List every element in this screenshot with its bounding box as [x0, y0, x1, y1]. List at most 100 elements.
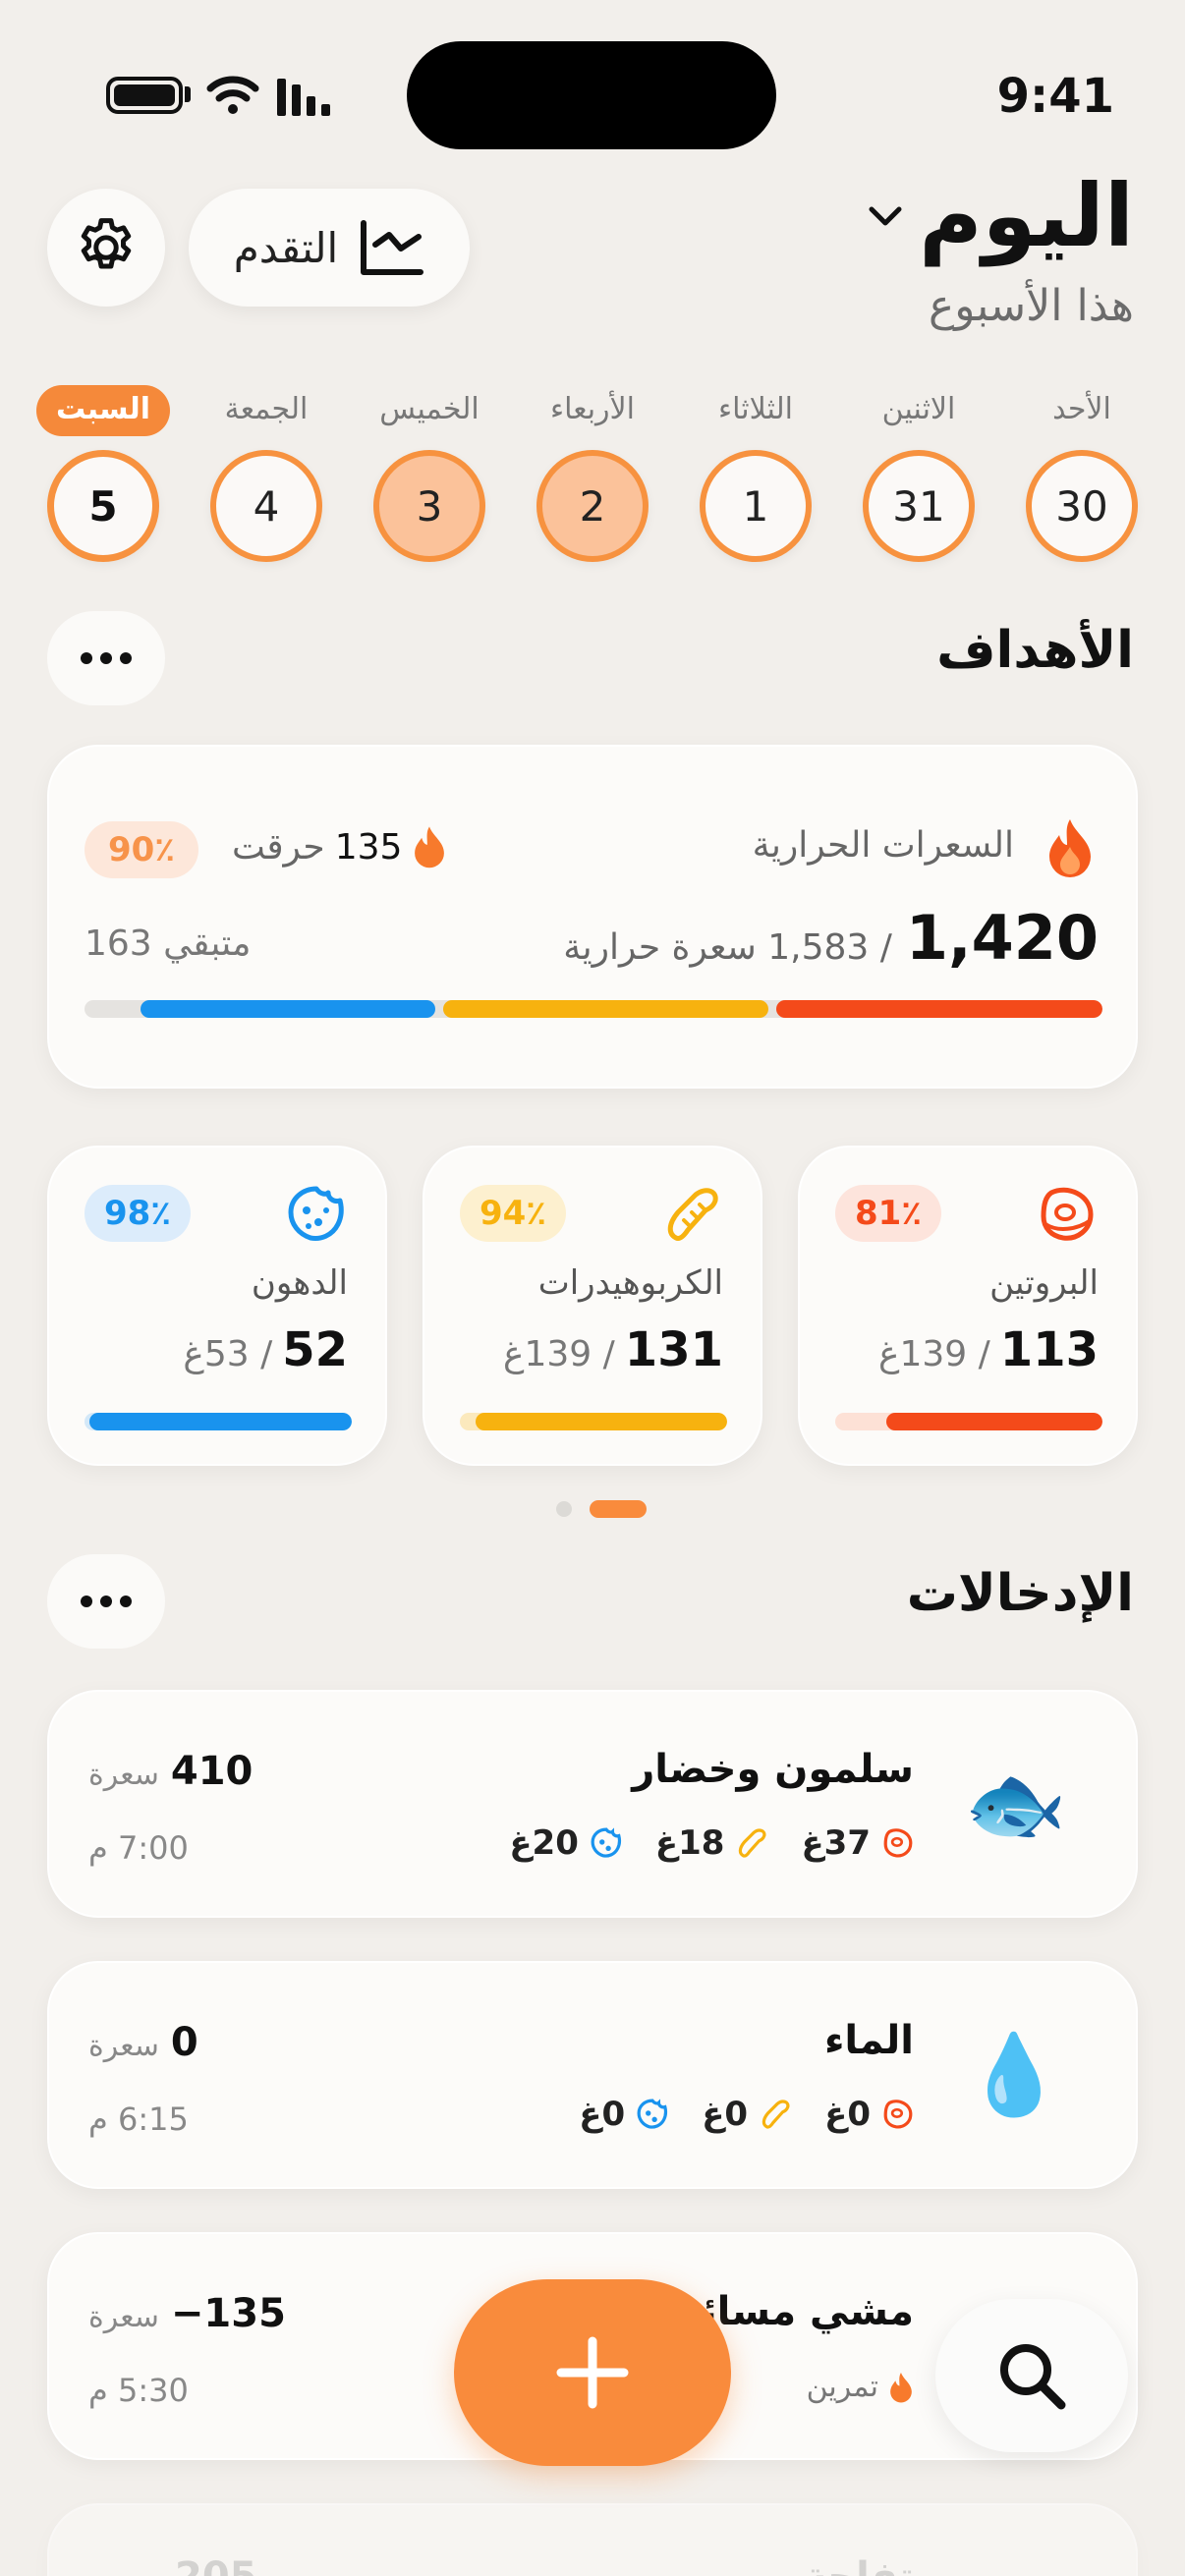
entry-card[interactable]: 🐟 سلمون وخضار 37غ 18غ 20غ 410 سعرة 7:00 …	[47, 1690, 1138, 1918]
day-item[interactable]: الثلاثاء 1	[694, 385, 818, 562]
entry-cal-unit: سعرة	[88, 1758, 159, 1792]
protein-progress-fill	[885, 1413, 1102, 1430]
protein-value-group: / 139غ 113	[878, 1322, 1099, 1377]
day-label: الأحد	[1052, 392, 1111, 426]
protein-value: 113	[999, 1322, 1099, 1377]
meat-icon	[1041, 1187, 1094, 1241]
day-item[interactable]: الأحد 30	[1020, 385, 1144, 562]
entry-tag: تمرين	[807, 2370, 914, 2404]
day-item[interactable]: الجمعة 4	[204, 385, 328, 562]
entry-cal-unit: سعرة	[88, 2029, 159, 2063]
day-label: الثلاثاء	[717, 392, 794, 426]
carbs-value: 131	[624, 1322, 723, 1377]
calories-target: / 1,583 سعرة حرارية	[563, 927, 892, 968]
entry-cal-value: 205	[175, 2554, 257, 2576]
fish-icon: 🐟	[964, 1756, 1067, 1852]
entry-calories: 410 سعرة	[88, 1749, 253, 1794]
progress-label: التقدم	[233, 223, 339, 272]
settings-button[interactable]	[47, 189, 165, 307]
calories-card[interactable]: السعرات الحرارية / 1,583 سعرة حرارية 1,4…	[47, 745, 1138, 1089]
day-ring: 31	[863, 450, 975, 562]
protein-target: / 139غ	[878, 1334, 990, 1374]
dot	[120, 1596, 132, 1607]
dot	[81, 1596, 92, 1607]
fat-progress-fill	[89, 1413, 352, 1430]
entry-cal-value: 0	[170, 2020, 198, 2065]
calories-percent-badge: 90٪	[85, 821, 198, 878]
day-ring: 30	[1026, 450, 1138, 562]
entry-time: 5:30 م	[88, 2372, 189, 2409]
calories-value: 1,420	[905, 902, 1099, 974]
chart-line-icon	[361, 220, 424, 275]
entry-time: 7:00 م	[88, 1829, 189, 1867]
carbs-progress-track	[460, 1413, 727, 1430]
entry-protein: 37غ	[801, 1823, 871, 1863]
entry-card-partial[interactable]: تفاحة 205	[47, 2503, 1138, 2576]
dot	[100, 652, 112, 664]
entry-card[interactable]: 💧 الماء 0غ 0غ 0غ 0 سعرة 6:15 م	[47, 1961, 1138, 2189]
entry-fat: 20غ	[509, 1823, 579, 1863]
bread-icon	[762, 2100, 790, 2129]
protein-percent-badge: 81٪	[835, 1185, 941, 1242]
carbs-percent-badge: 94٪	[460, 1185, 566, 1242]
add-entry-button[interactable]	[454, 2279, 731, 2466]
day-item[interactable]: الخميس 3	[367, 385, 491, 562]
wifi-icon	[206, 76, 259, 114]
search-button[interactable]	[935, 2299, 1128, 2452]
entry-cal-value: −135	[170, 2291, 286, 2336]
page-subtitle: هذا الأسبوع	[929, 281, 1134, 331]
day-label: السبت	[35, 385, 171, 436]
fat-value: 52	[282, 1322, 348, 1377]
progress-button[interactable]: التقدم	[189, 189, 470, 307]
protein-segment	[776, 1000, 1102, 1018]
flame-icon	[890, 2372, 912, 2402]
bread-icon	[739, 1828, 766, 1858]
fat-card[interactable]: 98٪ الدهون / 53غ 52	[47, 1146, 387, 1466]
entry-name: سلمون وخضار	[632, 1747, 914, 1792]
week-day-strip: الأحد 30 الاثنين 31 الثلاثاء 1 الأربعاء …	[35, 385, 1144, 562]
entry-macros: 37غ 18غ 20غ	[509, 1823, 914, 1863]
carbs-label: الكربوهيدرات	[537, 1263, 723, 1303]
day-ring: 5	[47, 450, 159, 562]
droplet-icon: 💧	[965, 2029, 1063, 2120]
protein-card[interactable]: 81٪ البروتين / 139غ 113	[798, 1146, 1138, 1466]
entry-protein: 0غ	[824, 2095, 871, 2134]
day-item-selected[interactable]: السبت 5	[35, 385, 171, 562]
cookie-icon	[637, 2099, 668, 2129]
day-item[interactable]: الاثنين 31	[857, 385, 981, 562]
dot	[81, 652, 92, 664]
gear-icon	[81, 218, 132, 269]
calories-remaining: متبقي 163	[85, 924, 252, 964]
fat-percent-badge: 98٪	[85, 1185, 191, 1242]
entry-tag-label: تمرين	[806, 2370, 878, 2404]
search-icon	[1000, 2344, 1066, 2410]
fat-target: / 53غ	[183, 1334, 273, 1374]
meat-icon	[883, 2100, 913, 2129]
dot	[100, 1596, 112, 1607]
dynamic-island	[407, 41, 776, 149]
flame-icon	[1049, 819, 1091, 877]
protein-label: البروتين	[989, 1263, 1099, 1303]
burned-value: 135	[334, 826, 403, 868]
calories-label: السعرات الحرارية	[752, 825, 1014, 866]
goals-section-title: الأهداف	[936, 621, 1134, 680]
entries-more-button[interactable]	[47, 1554, 165, 1649]
page-dot[interactable]	[556, 1501, 572, 1517]
day-ring: 1	[700, 450, 812, 562]
goals-more-button[interactable]	[47, 611, 165, 705]
date-range-selector[interactable]: اليوم	[866, 165, 1134, 266]
entry-fat: 0غ	[579, 2095, 626, 2134]
calories-value-group: / 1,583 سعرة حرارية 1,420	[563, 902, 1099, 974]
carbs-card[interactable]: 94٪ الكربوهيدرات / 139غ 131	[423, 1146, 762, 1466]
day-label: الاثنين	[881, 392, 956, 426]
day-label: الخميس	[379, 392, 480, 426]
day-item[interactable]: الأربعاء 2	[531, 385, 654, 562]
day-label: الأربعاء	[549, 392, 635, 426]
fat-segment	[140, 1000, 435, 1018]
carbs-segment	[442, 1000, 769, 1018]
day-ring: 3	[373, 450, 485, 562]
page-dot-active[interactable]	[590, 1500, 647, 1518]
cookie-icon	[591, 1827, 621, 1858]
burned-label: حرقت	[232, 826, 325, 868]
page-title: اليوم	[919, 165, 1134, 266]
